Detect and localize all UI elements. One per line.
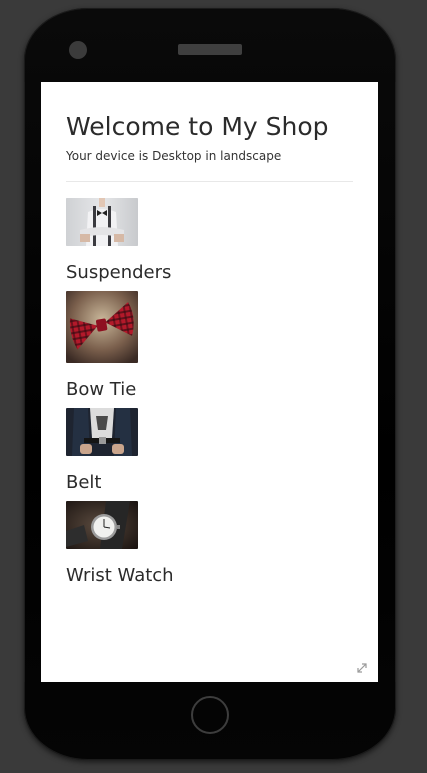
home-button[interactable] — [191, 696, 229, 734]
product-name[interactable]: Bow Tie — [66, 379, 353, 401]
product-item: Suspenders — [66, 198, 353, 284]
phone-edge-right — [395, 82, 396, 682]
shop-content: Welcome to My Shop Your device is Deskto… — [66, 112, 353, 594]
product-name[interactable]: Wrist Watch — [66, 565, 353, 587]
suspenders-photo[interactable] — [66, 198, 138, 246]
product-name[interactable]: Belt — [66, 472, 353, 494]
product-item: Belt — [66, 408, 353, 494]
product-item: Bow Tie — [66, 291, 353, 401]
speaker-grille — [178, 44, 242, 55]
product-name[interactable]: Suspenders — [66, 262, 353, 284]
bow-tie-photo[interactable] — [66, 291, 138, 363]
camera-icon — [69, 41, 87, 59]
page-title: Welcome to My Shop — [66, 112, 329, 141]
product-item: Wrist Watch — [66, 501, 353, 587]
belt-photo[interactable] — [66, 408, 138, 456]
page: Welcome to My Shop Your device is Deskto… — [0, 0, 427, 773]
expand-icon[interactable] — [356, 659, 368, 673]
device-subtitle: Your device is Desktop in landscape — [66, 149, 282, 163]
divider — [66, 181, 353, 182]
phone-edge-left — [24, 82, 25, 682]
wrist-watch-photo[interactable] — [66, 501, 138, 549]
phone-screen: Welcome to My Shop Your device is Deskto… — [41, 82, 378, 682]
